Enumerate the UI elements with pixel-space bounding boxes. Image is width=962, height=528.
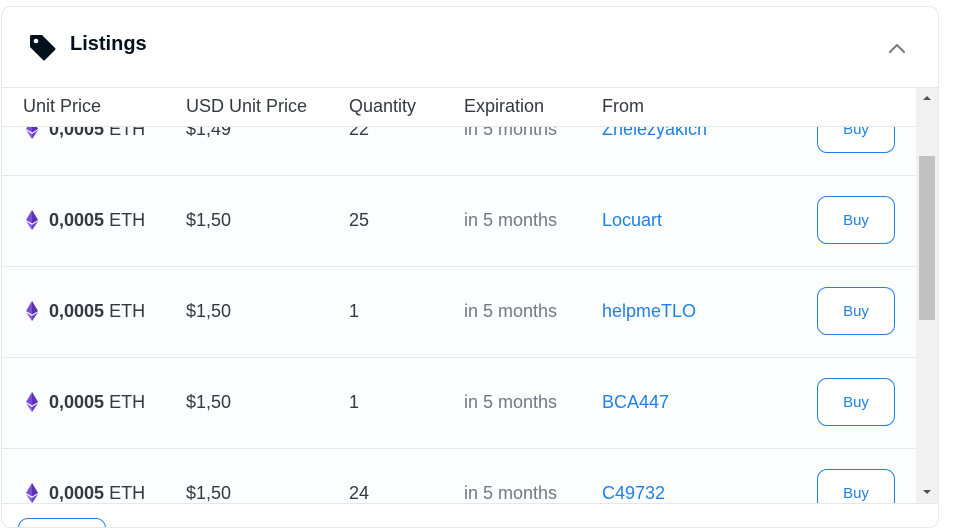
ethereum-icon xyxy=(26,483,38,503)
unit-price: 0,0005 ETH xyxy=(49,210,145,231)
ethereum-icon xyxy=(26,301,38,321)
table-row: 0,0005 ETH $1,50 25 in 5 months Locuart Buy xyxy=(2,176,916,267)
unit-price: 0,0005 ETH xyxy=(49,392,145,413)
currency-label: ETH xyxy=(109,210,146,230)
scroll-thumb[interactable] xyxy=(919,156,935,320)
listings-header[interactable]: Listings xyxy=(2,7,938,88)
header-unit-price: Unit Price xyxy=(23,96,102,116)
quantity: 1 xyxy=(349,392,360,412)
quantity: 25 xyxy=(349,210,370,230)
scroll-up-arrow-icon[interactable] xyxy=(916,90,938,106)
unit-price-value: 0,0005 xyxy=(49,392,105,412)
table-body: 0,0005 ETH $1,49 22 in 5 months Zhelezyakich… xyxy=(2,88,916,503)
header-expiration: Expiration xyxy=(464,96,545,116)
unit-price-value: 0,0005 xyxy=(49,301,105,321)
buy-button[interactable]: Buy xyxy=(817,469,895,503)
panel-title: Listings xyxy=(70,33,147,55)
currency-label: ETH xyxy=(109,483,146,503)
currency-label: ETH xyxy=(109,392,146,412)
usd-unit-price: $1,50 xyxy=(186,392,232,412)
table-header: Unit Price USD Unit Price Quantity Expir… xyxy=(2,88,916,127)
usd-unit-price: $1,50 xyxy=(186,210,232,230)
ethereum-icon xyxy=(26,392,38,412)
quantity: 1 xyxy=(349,301,360,321)
buy-button[interactable]: Buy xyxy=(817,287,895,335)
header-usd-unit-price: USD Unit Price xyxy=(186,96,308,116)
expiration: in 5 months xyxy=(464,301,558,321)
header-quantity: Quantity xyxy=(349,96,417,116)
listings-panel: Listings Unit Price USD Unit Price Quant… xyxy=(1,6,939,528)
seller-link[interactable]: C49732 xyxy=(602,483,665,503)
footer-button[interactable] xyxy=(18,518,106,527)
panel-footer xyxy=(2,503,938,527)
unit-price-value: 0,0005 xyxy=(49,210,105,230)
usd-unit-price: $1,50 xyxy=(186,483,232,503)
table-row: 0,0005 ETH $1,50 1 in 5 months BCA447 Buy xyxy=(2,358,916,449)
unit-price: 0,0005 ETH xyxy=(49,301,145,322)
table-row: 0,0005 ETH $1,50 24 in 5 months C49732 Buy xyxy=(2,449,916,503)
buy-button[interactable]: Buy xyxy=(817,378,895,426)
seller-link[interactable]: helpmeTLO xyxy=(602,301,696,322)
expiration: in 5 months xyxy=(464,392,558,412)
ethereum-icon xyxy=(26,210,38,230)
buy-button[interactable]: Buy xyxy=(817,196,895,244)
listings-table: Unit Price USD Unit Price Quantity Expir… xyxy=(2,88,938,503)
scroll-down-arrow-icon[interactable] xyxy=(916,484,938,500)
seller-link[interactable]: Locuart xyxy=(602,210,662,231)
unit-price: 0,0005 ETH xyxy=(49,483,145,503)
expiration: in 5 months xyxy=(464,210,558,230)
tag-icon xyxy=(30,35,56,61)
usd-unit-price: $1,50 xyxy=(186,301,232,321)
currency-label: ETH xyxy=(109,301,146,321)
expiration: in 5 months xyxy=(464,483,558,503)
quantity: 24 xyxy=(349,483,370,503)
vertical-scrollbar[interactable] xyxy=(916,88,938,503)
chevron-up-icon[interactable] xyxy=(886,37,908,59)
seller-link[interactable]: BCA447 xyxy=(602,392,669,413)
header-from: From xyxy=(602,96,644,116)
unit-price-value: 0,0005 xyxy=(49,483,105,503)
table-row: 0,0005 ETH $1,50 1 in 5 months helpmeTLO Buy xyxy=(2,267,916,358)
